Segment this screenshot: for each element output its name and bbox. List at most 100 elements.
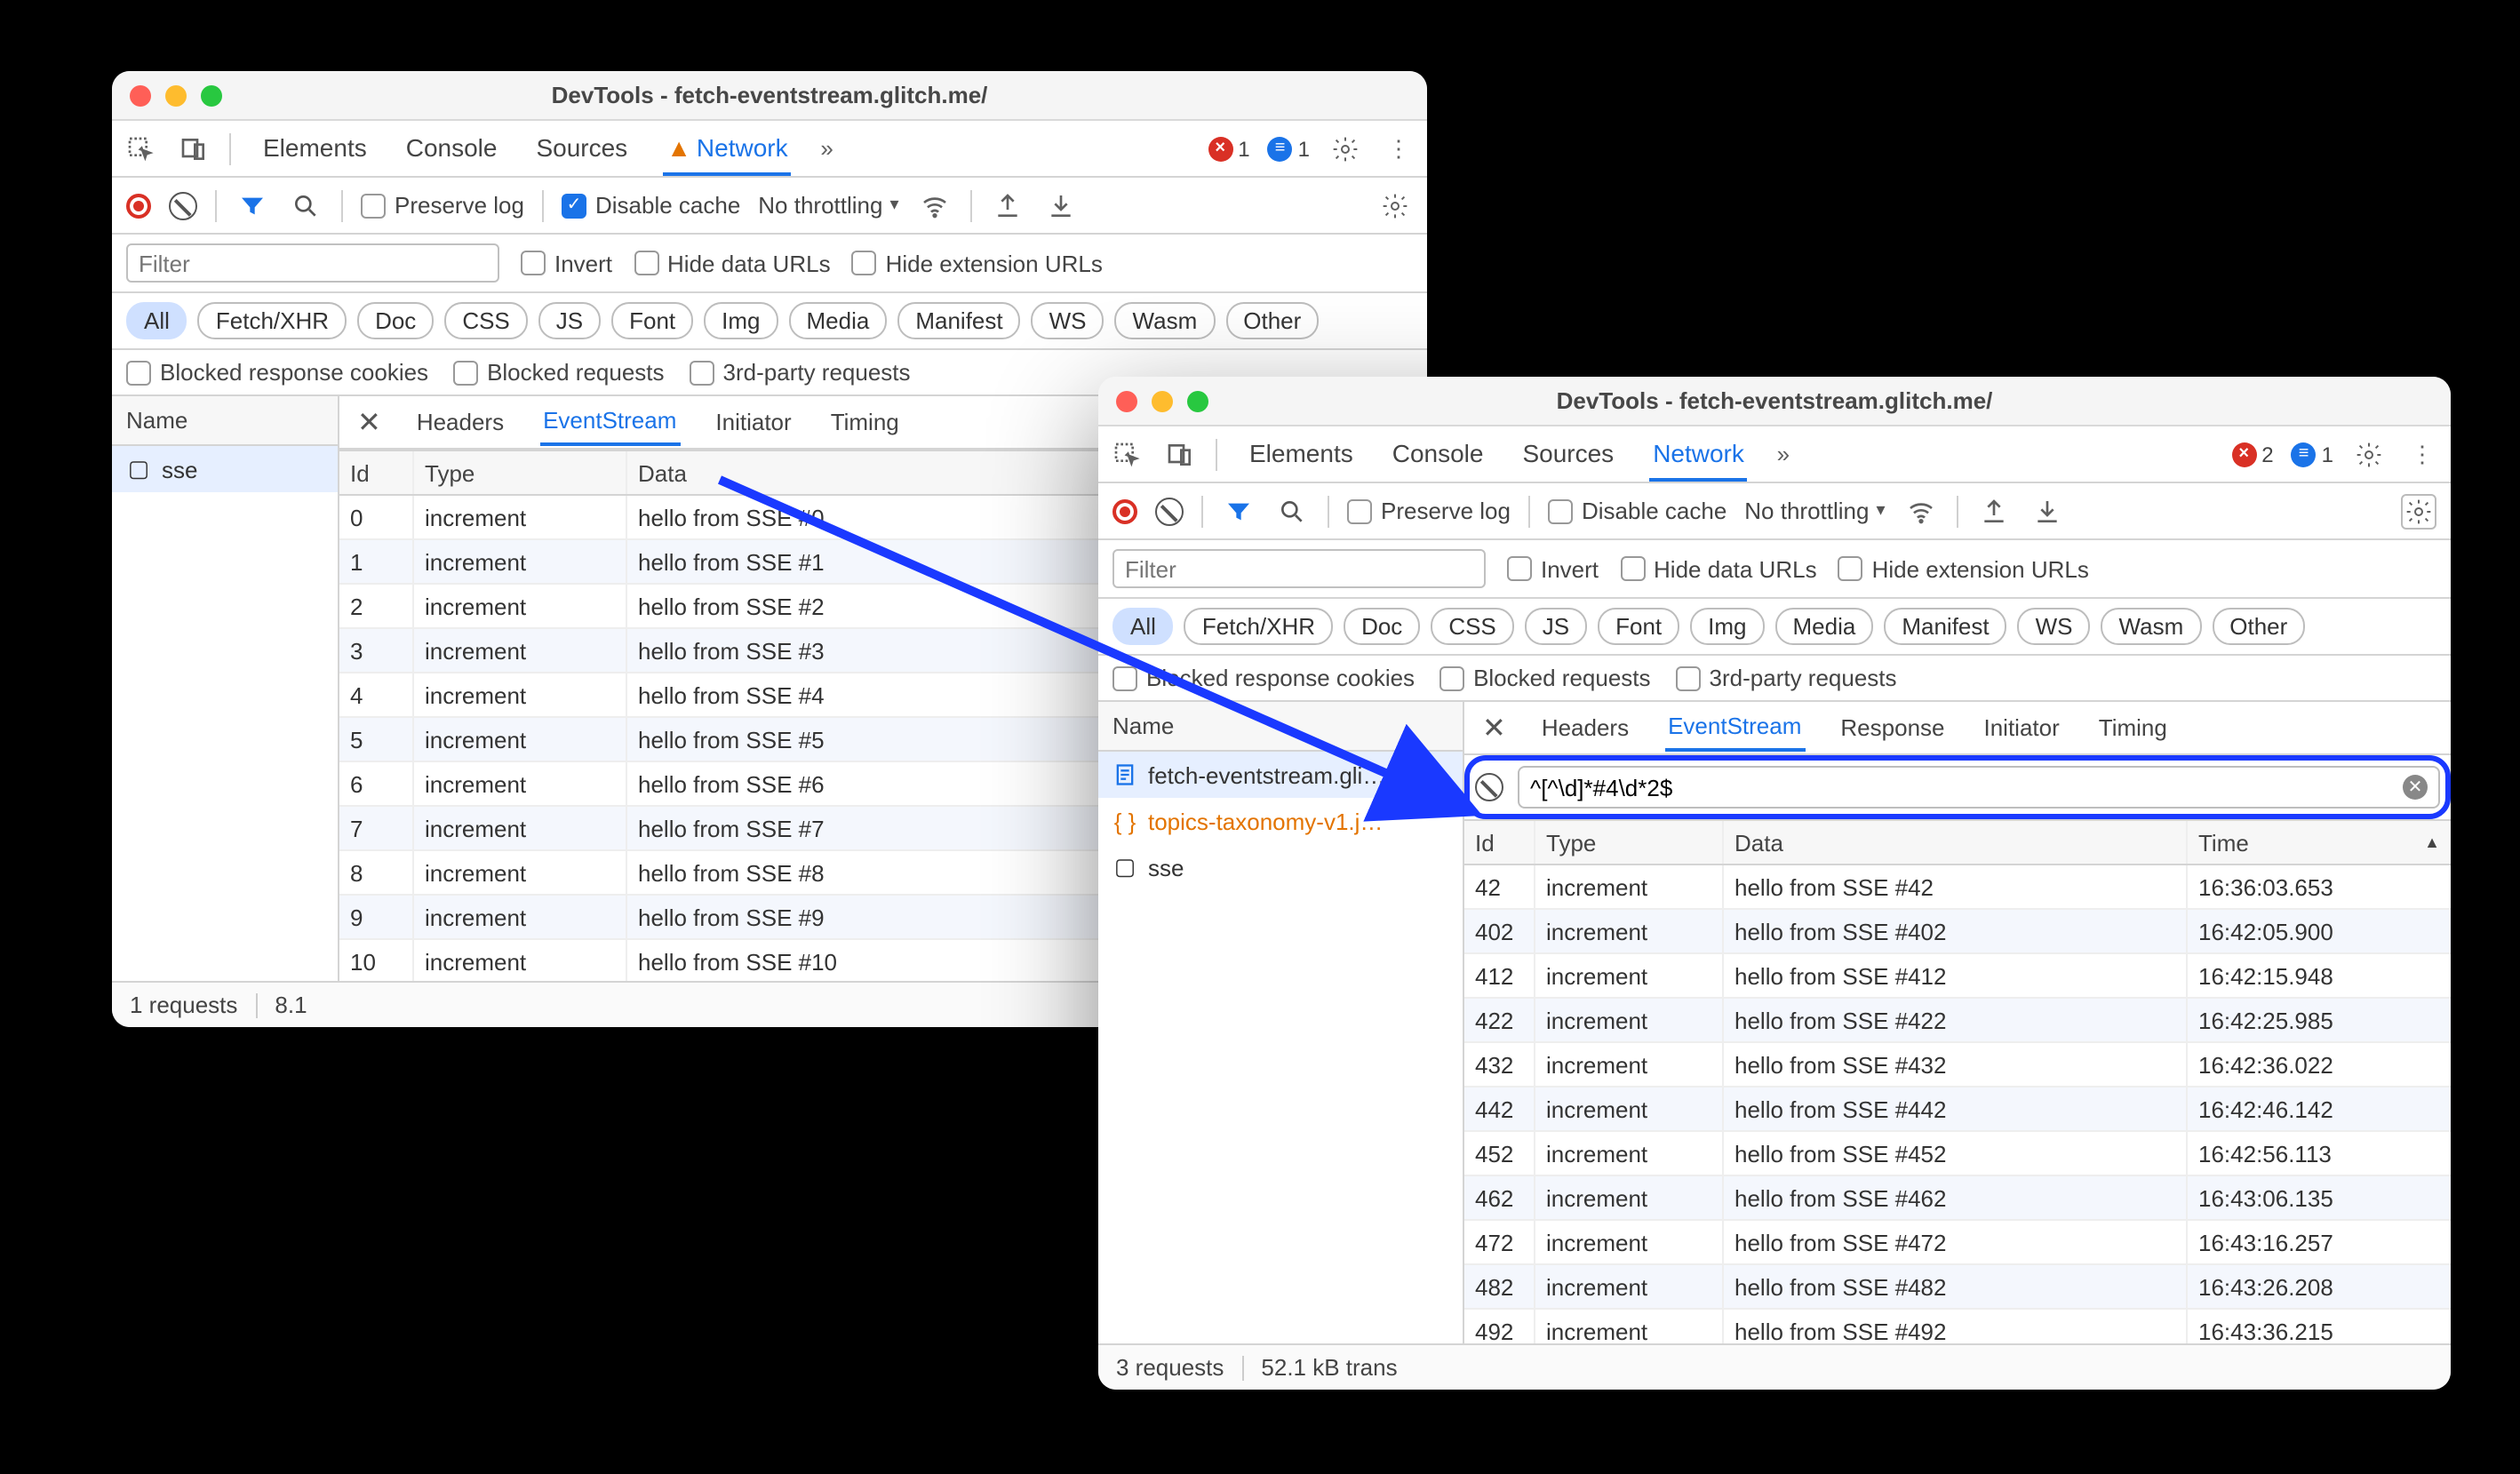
disable-cache-checkbox[interactable]: Disable cache [1548, 498, 1727, 524]
table-row[interactable]: 472incrementhello from SSE #47216:43:16.… [1464, 1221, 2451, 1265]
hide-data-urls-checkbox[interactable]: Hide data URLs [634, 250, 831, 276]
third-party-checkbox[interactable]: 3rd-party requests [1676, 665, 1897, 691]
filter-input[interactable] [126, 243, 499, 283]
inspect-icon[interactable] [123, 131, 158, 166]
chip-manifest[interactable]: Manifest [897, 302, 1020, 339]
blocked-cookies-checkbox[interactable]: Blocked response cookies [126, 359, 428, 386]
hide-data-urls-checkbox[interactable]: Hide data URLs [1620, 555, 1817, 582]
throttling-select[interactable]: No throttling▾ [758, 192, 898, 219]
tab-initiator[interactable]: Initiator [712, 400, 794, 444]
chip-ws[interactable]: WS [2018, 608, 2091, 645]
chip-media[interactable]: Media [789, 302, 888, 339]
hide-extension-urls-checkbox[interactable]: Hide extension URLs [852, 250, 1103, 276]
chip-font[interactable]: Font [611, 302, 693, 339]
tab-headers[interactable]: Headers [413, 400, 507, 444]
more-tabs-icon[interactable]: » [1766, 436, 1801, 472]
chip-all[interactable]: All [1112, 608, 1174, 645]
search-icon[interactable] [288, 187, 323, 223]
col-id[interactable]: Id [1464, 821, 1535, 864]
search-icon[interactable] [1274, 493, 1310, 529]
preserve-log-checkbox[interactable]: Preserve log [1347, 498, 1511, 524]
clear-icon[interactable] [1155, 497, 1184, 525]
traffic-lights[interactable] [112, 84, 222, 106]
table-row[interactable]: 482incrementhello from SSE #48216:43:26.… [1464, 1265, 2451, 1310]
hide-extension-urls-checkbox[interactable]: Hide extension URLs [1838, 555, 2089, 582]
table-row[interactable]: 442incrementhello from SSE #44216:42:46.… [1464, 1088, 2451, 1132]
tab-timing[interactable]: Timing [2095, 705, 2171, 750]
tab-initiator[interactable]: Initiator [1981, 705, 2063, 750]
tab-network[interactable]: ▲Network [663, 122, 791, 175]
chip-js[interactable]: JS [1525, 608, 1587, 645]
more-tabs-icon[interactable]: » [809, 131, 845, 166]
tab-timing[interactable]: Timing [827, 400, 903, 444]
issues-badge[interactable]: ≡1 [2292, 442, 2333, 466]
col-type[interactable]: Type [414, 451, 627, 494]
upload-icon[interactable] [990, 187, 1025, 223]
titlebar[interactable]: DevTools - fetch-eventstream.glitch.me/ [1098, 377, 2451, 426]
request-item[interactable]: fetch-eventstream.gli… [1098, 752, 1463, 798]
close-icon[interactable] [1116, 390, 1137, 411]
errors-badge[interactable]: ×2 [2231, 442, 2273, 466]
regex-filter-box[interactable]: ✕ [1518, 766, 2440, 809]
disable-cache-checkbox[interactable]: ✓Disable cache [562, 192, 740, 219]
chip-img[interactable]: Img [1690, 608, 1764, 645]
tab-console[interactable]: Console [1389, 427, 1487, 481]
invert-checkbox[interactable]: Invert [521, 250, 612, 276]
clear-input-icon[interactable]: ✕ [2403, 775, 2428, 800]
third-party-checkbox[interactable]: 3rd-party requests [690, 359, 911, 386]
record-icon[interactable] [126, 193, 151, 218]
errors-badge[interactable]: ×1 [1208, 136, 1249, 161]
gear-icon[interactable] [1377, 187, 1413, 223]
kebab-icon[interactable]: ⋮ [1381, 131, 1416, 166]
tab-network[interactable]: Network [1649, 427, 1748, 481]
issues-badge[interactable]: ≡1 [1268, 136, 1310, 161]
tab-sources[interactable]: Sources [1519, 427, 1617, 481]
upload-icon[interactable] [1976, 493, 2012, 529]
gear-icon[interactable] [1328, 131, 1363, 166]
table-row[interactable]: 452incrementhello from SSE #45216:42:56.… [1464, 1132, 2451, 1176]
chip-all[interactable]: All [126, 302, 187, 339]
tab-console[interactable]: Console [403, 122, 501, 175]
filter-input[interactable] [1112, 549, 1486, 588]
col-type[interactable]: Type [1535, 821, 1724, 864]
table-row[interactable]: 462incrementhello from SSE #46216:43:06.… [1464, 1176, 2451, 1221]
tab-headers[interactable]: Headers [1538, 705, 1632, 750]
chip-fetch-xhr[interactable]: Fetch/XHR [198, 302, 347, 339]
table-row[interactable]: 42incrementhello from SSE #4216:36:03.65… [1464, 865, 2451, 910]
table-row[interactable]: 422incrementhello from SSE #42216:42:25.… [1464, 999, 2451, 1043]
device-icon[interactable] [1162, 436, 1198, 472]
chip-fetch-xhr[interactable]: Fetch/XHR [1184, 608, 1333, 645]
minimize-icon[interactable] [165, 84, 187, 106]
close-icon[interactable] [130, 84, 151, 106]
name-column-header[interactable]: Name [1098, 702, 1463, 752]
tab-eventstream[interactable]: EventStream [539, 398, 680, 446]
chip-ws[interactable]: WS [1032, 302, 1104, 339]
download-icon[interactable] [2030, 493, 2065, 529]
titlebar[interactable]: DevTools - fetch-eventstream.glitch.me/ [112, 71, 1427, 121]
table-row[interactable]: 412incrementhello from SSE #41216:42:15.… [1464, 954, 2451, 999]
chip-other[interactable]: Other [2212, 608, 2305, 645]
gear-icon[interactable] [2401, 493, 2436, 529]
wifi-icon[interactable] [917, 187, 953, 223]
kebab-icon[interactable]: ⋮ [2404, 436, 2440, 472]
chip-manifest[interactable]: Manifest [1884, 608, 2006, 645]
blocked-requests-checkbox[interactable]: Blocked requests [1439, 665, 1650, 691]
tab-elements[interactable]: Elements [259, 122, 371, 175]
tab-response[interactable]: Response [1837, 705, 1948, 750]
gear-icon[interactable] [2351, 436, 2387, 472]
tab-elements[interactable]: Elements [1246, 427, 1357, 481]
traffic-lights[interactable] [1098, 390, 1208, 411]
col-id[interactable]: Id [339, 451, 414, 494]
chip-doc[interactable]: Doc [357, 302, 434, 339]
chip-img[interactable]: Img [704, 302, 778, 339]
wifi-icon[interactable] [1903, 493, 1939, 529]
table-row[interactable]: 402incrementhello from SSE #40216:42:05.… [1464, 910, 2451, 954]
zoom-icon[interactable] [201, 84, 222, 106]
request-item[interactable]: ▢ sse [1098, 844, 1463, 890]
close-icon[interactable]: ✕ [1482, 710, 1506, 745]
request-item[interactable]: ▢ sse [112, 446, 338, 492]
invert-checkbox[interactable]: Invert [1507, 555, 1599, 582]
download-icon[interactable] [1043, 187, 1079, 223]
tab-sources[interactable]: Sources [532, 122, 631, 175]
chip-css[interactable]: CSS [444, 302, 527, 339]
